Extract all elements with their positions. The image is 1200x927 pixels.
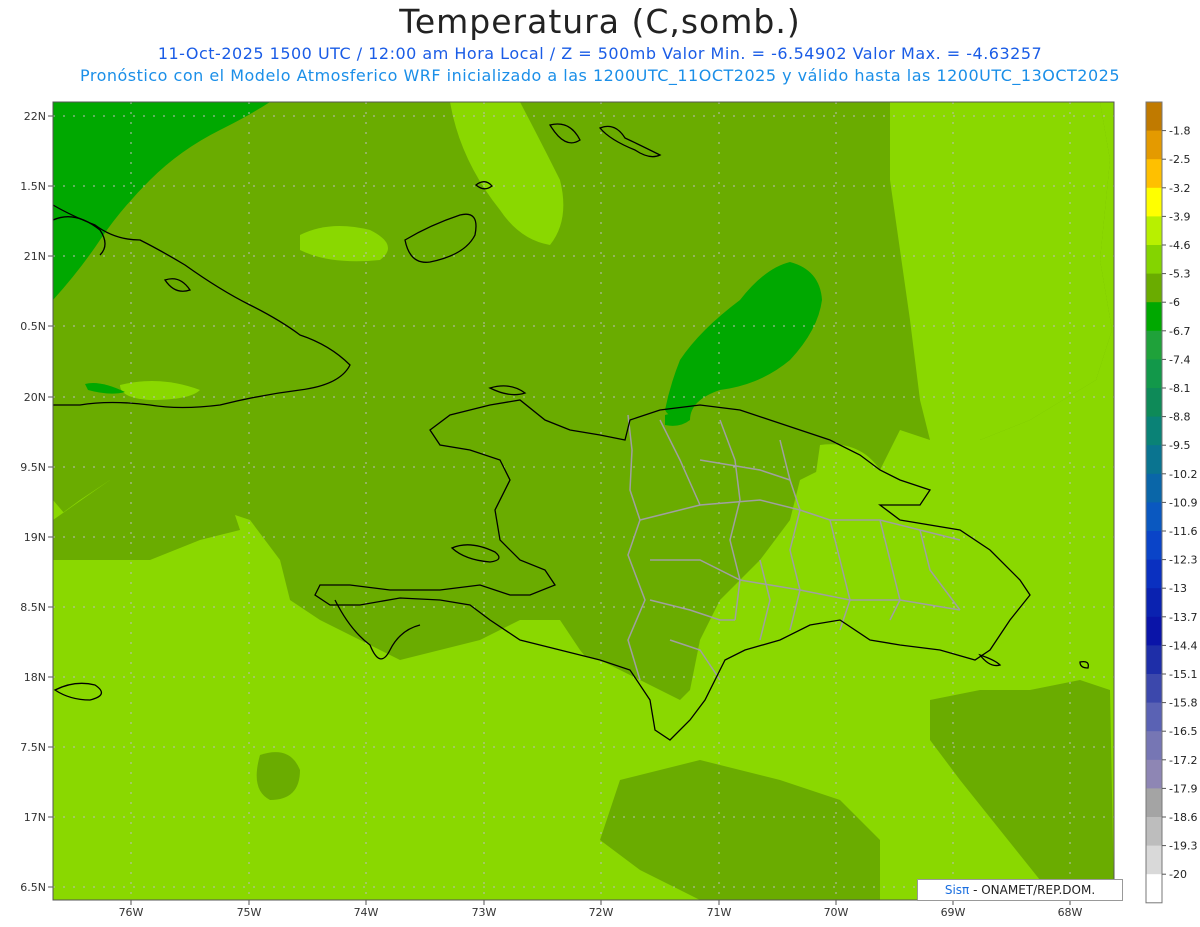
lat-tick-label: 17N: [24, 811, 46, 824]
lat-tick-label: 21N: [24, 250, 46, 263]
colorbar-label: -13.7: [1169, 611, 1197, 624]
colorbar-label: -16.5: [1169, 725, 1197, 738]
credit-logo: Sisπ: [944, 883, 970, 897]
colorbar-swatch: [1146, 302, 1162, 332]
colorbar-swatch: [1146, 731, 1162, 761]
colorbar-swatch: [1146, 674, 1162, 704]
colorbar-label: -15.8: [1169, 697, 1197, 710]
colorbar-swatch: [1146, 273, 1162, 303]
colorbar-swatch: [1146, 102, 1162, 132]
colorbar-label: -5.3: [1169, 268, 1190, 281]
colorbar-swatch: [1146, 702, 1162, 732]
credit-text: - ONAMET/REP.DOM.: [969, 883, 1096, 897]
colorbar-label: -7.4: [1169, 353, 1190, 366]
colorbar-swatch: [1146, 788, 1162, 818]
lon-tick-label: 69W: [941, 906, 966, 919]
colorbar-swatch: [1146, 187, 1162, 217]
colorbar-swatch: [1146, 845, 1162, 875]
colorbar-swatch: [1146, 216, 1162, 246]
colorbar-label: -1.8: [1169, 125, 1190, 138]
lon-tick-label: 71W: [707, 906, 732, 919]
lon-tick-label: 75W: [237, 906, 262, 919]
colorbar-swatch: [1146, 330, 1162, 360]
lat-tick-label: 22N: [24, 110, 46, 123]
colorbar-label: -9.5: [1169, 439, 1190, 452]
colorbar-swatch: [1146, 559, 1162, 589]
colorbar-swatch: [1146, 502, 1162, 532]
colorbar-label: -3.2: [1169, 182, 1190, 195]
lat-tick-label: 8.5N: [20, 601, 46, 614]
colorbar-swatch: [1146, 159, 1162, 189]
map-canvas: 22N 1.5N 21N 0.5N 20N 9.5N 19N 8.5N 18N 7.5N 17N 6.…: [20, 101, 1197, 919]
colorbar-label: -15.1: [1169, 668, 1197, 681]
colorbar-swatch: [1146, 245, 1162, 275]
colorbar-label: -2.5: [1169, 153, 1190, 166]
colorbar-label: -10.9: [1169, 496, 1197, 509]
colorbar-label: -12.3: [1169, 554, 1197, 567]
lat-tick-label: 19N: [24, 531, 46, 544]
lon-tick-label: 72W: [589, 906, 614, 919]
colorbar-swatch: [1146, 416, 1162, 446]
colorbar-label: -8.8: [1169, 411, 1190, 424]
colorbar-label: -14.4: [1169, 639, 1197, 652]
colorbar-label: -17.9: [1169, 782, 1197, 795]
longitude-labels: 76W 75W 74W 73W 72W 71W 70W 69W 68W: [119, 900, 1083, 919]
colorbar-label: -20: [1169, 868, 1187, 881]
colorbar-label: -4.6: [1169, 239, 1190, 252]
colorbar-label: -18.6: [1169, 811, 1197, 824]
colorbar-label: -6: [1169, 296, 1180, 309]
colorbar-label: -19.3: [1169, 840, 1197, 853]
colorbar-swatch: [1146, 130, 1162, 160]
lat-tick-label: 1.5N: [20, 180, 46, 193]
lat-tick-label: 9.5N: [20, 461, 46, 474]
colorbar-swatch: [1146, 817, 1162, 847]
colorbar-label: -17.2: [1169, 754, 1197, 767]
colorbar-label: -13: [1169, 582, 1187, 595]
lat-tick-label: 0.5N: [20, 320, 46, 333]
colorbar-swatch: [1146, 531, 1162, 561]
lon-tick-label: 68W: [1058, 906, 1083, 919]
colorbar-label: -10.2: [1169, 468, 1197, 481]
lat-tick-label: 7.5N: [20, 741, 46, 754]
lon-tick-label: 70W: [824, 906, 849, 919]
colorbar-label: -6.7: [1169, 325, 1190, 338]
lon-tick-label: 76W: [119, 906, 144, 919]
colorbar-swatch: [1146, 359, 1162, 389]
colorbar-swatch: [1146, 445, 1162, 475]
colorbar-swatch: [1146, 645, 1162, 675]
colorbar-swatch: [1146, 759, 1162, 789]
colorbar: -1.8 -2.5 -3.2 -3.9 -4.6 -5.3 -6 -6.7 -7.4 -8.1 -8…: [1145, 101, 1197, 904]
colorbar-swatch: [1146, 388, 1162, 418]
lon-tick-label: 74W: [354, 906, 379, 919]
colorbar-label: -3.9: [1169, 210, 1190, 223]
colorbar-swatch: [1146, 588, 1162, 618]
latitude-labels: 22N 1.5N 21N 0.5N 20N 9.5N 19N 8.5N 18N 7.5N 17N 6.…: [20, 110, 53, 894]
colorbar-label: -8.1: [1169, 382, 1190, 395]
lat-tick-label: 18N: [24, 671, 46, 684]
colorbar-swatch: [1146, 473, 1162, 503]
lon-tick-label: 73W: [472, 906, 497, 919]
lat-tick-label: 20N: [24, 391, 46, 404]
lat-tick-label: 6.5N: [20, 881, 46, 894]
colorbar-swatch: [1146, 616, 1162, 646]
colorbar-swatch: [1146, 874, 1162, 904]
colorbar-label: -11.6: [1169, 525, 1197, 538]
credit-box: Sisπ - ONAMET/REP.DOM.: [917, 879, 1123, 901]
